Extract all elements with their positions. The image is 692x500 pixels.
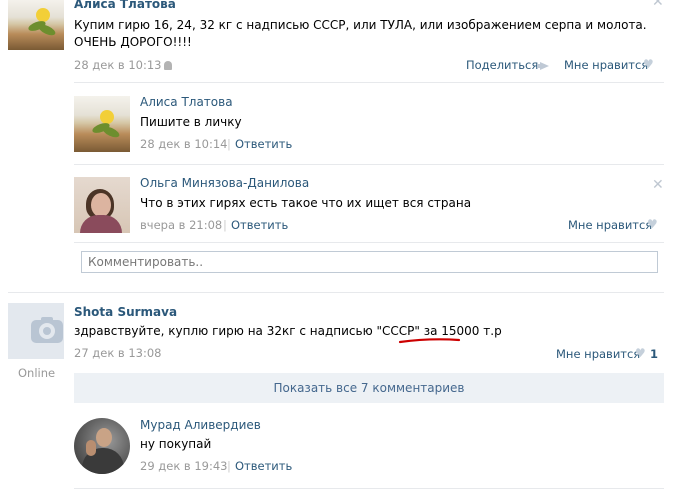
heart-icon[interactable]: ♥ <box>635 346 646 360</box>
heart-icon[interactable]: ♥ <box>647 217 658 231</box>
post-text: Купим гирю 16, 24, 32 кг с надписью СССР… <box>74 18 647 49</box>
like-button[interactable]: Мне нравится <box>564 58 648 72</box>
post-text-end: т.р <box>479 324 502 338</box>
comment-avatar[interactable] <box>74 418 130 474</box>
post-author[interactable]: Shota Surmava <box>74 305 177 319</box>
comment-text: Пишите в личку <box>140 115 242 129</box>
comment-date[interactable]: вчера в 21:08 <box>140 218 222 232</box>
reply-button[interactable]: Ответить <box>235 137 292 151</box>
share-button[interactable]: Поделиться <box>466 58 538 72</box>
separator: | <box>227 459 231 473</box>
comment-avatar[interactable] <box>74 96 130 152</box>
close-icon[interactable]: ✕ <box>652 0 664 10</box>
comment-date[interactable]: 29 дек в 19:43 <box>140 459 228 473</box>
reply-button[interactable]: Ответить <box>231 218 288 232</box>
reply-button[interactable]: Ответить <box>235 459 292 473</box>
post-date[interactable]: 28 дек в 10:13 <box>74 58 162 72</box>
like-button[interactable]: Мне нравится <box>568 218 652 232</box>
android-icon <box>164 61 172 70</box>
comment-text: ну покупай <box>140 437 212 451</box>
comment-text: Что в этих гирях есть такое что их ищет … <box>140 196 472 210</box>
heart-icon[interactable]: ♥ <box>643 57 654 71</box>
comment-author[interactable]: Мурад Аливердиев <box>140 418 261 432</box>
avatar[interactable] <box>8 303 64 359</box>
close-icon[interactable]: ✕ <box>652 177 664 193</box>
divider <box>74 82 664 83</box>
post-author[interactable]: Алиса Тлатова <box>74 0 176 11</box>
like-count[interactable]: 1 <box>650 347 658 361</box>
divider <box>74 164 664 165</box>
divider <box>8 292 664 293</box>
megaphone-icon[interactable] <box>537 62 549 70</box>
separator: | <box>223 218 227 232</box>
comment-author[interactable]: Алиса Тлатова <box>140 95 233 109</box>
post-image[interactable] <box>8 0 64 50</box>
divider <box>74 242 664 243</box>
separator: | <box>227 137 231 151</box>
online-status: Online <box>18 366 56 380</box>
comment-input[interactable]: Комментировать.. <box>81 251 658 273</box>
post-date[interactable]: 27 дек в 13:08 <box>74 346 162 360</box>
comment-author[interactable]: Ольга Минязова-Данилова <box>140 176 309 190</box>
comment-avatar[interactable] <box>74 177 130 233</box>
show-all-comments-button[interactable]: Показать все 7 комментариев <box>74 373 664 403</box>
like-button[interactable]: Мне нравится <box>556 347 640 361</box>
price-underline <box>398 338 461 344</box>
divider <box>74 488 664 489</box>
post-text-start: здравствуйте, куплю гирю на 32кг с надпи… <box>74 324 442 338</box>
comment-date[interactable]: 28 дек в 10:14 <box>140 137 228 151</box>
